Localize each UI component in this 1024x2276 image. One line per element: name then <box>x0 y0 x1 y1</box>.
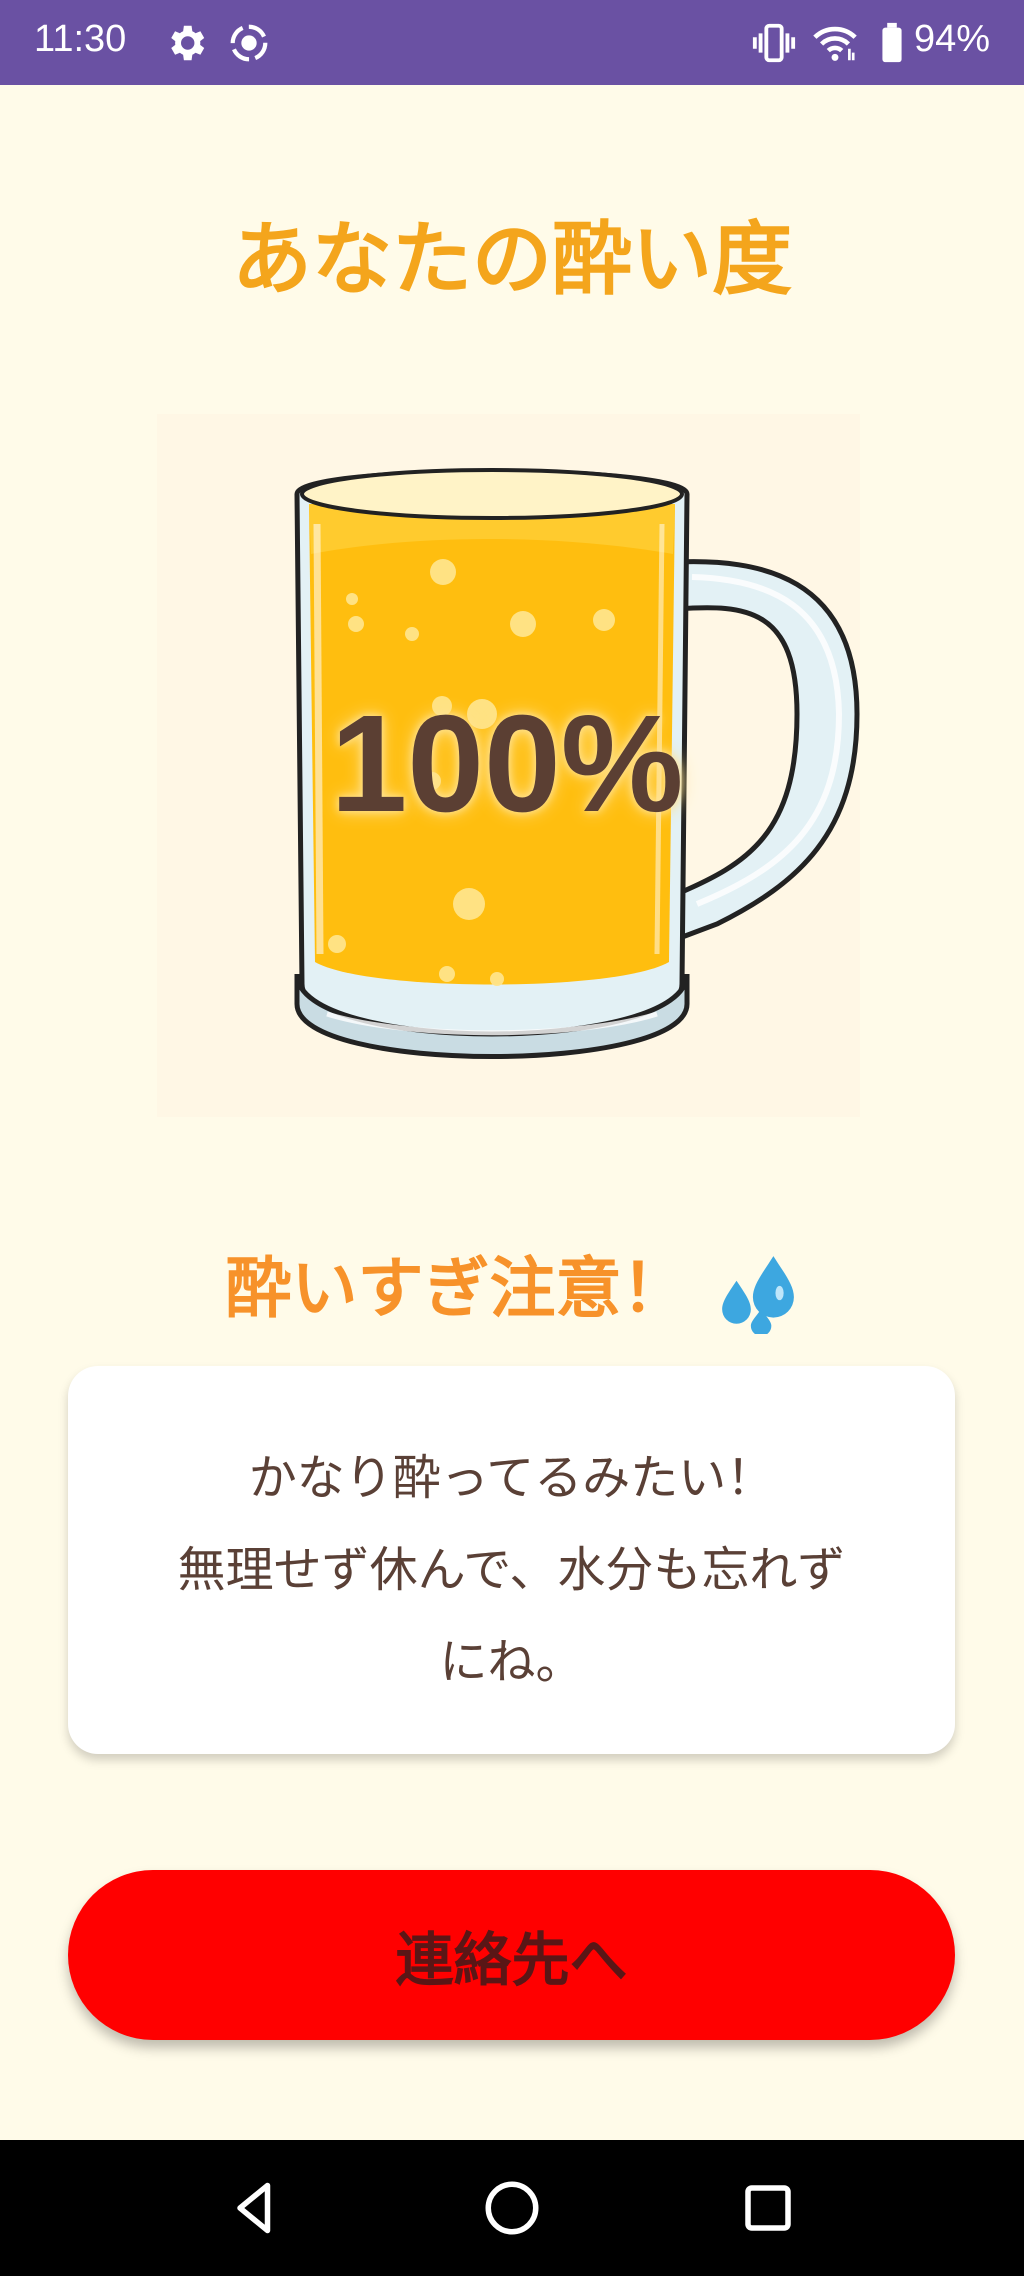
status-time: 11:30 <box>34 18 127 60</box>
message-line-2: 無理せず休んで、水分も忘れず <box>177 1542 846 1598</box>
back-icon[interactable] <box>225 2178 285 2238</box>
home-icon[interactable] <box>482 2178 542 2238</box>
message-line-1: かなり酔ってるみたい！ <box>248 1450 775 1506</box>
message-card: かなり酔ってるみたい！ 無理せず休んで、水分も忘れず にね。 <box>68 1366 955 1754</box>
recents-icon[interactable] <box>738 2178 798 2238</box>
navigation-bar <box>0 2140 1024 2276</box>
status-bar: 11:30 94% <box>0 0 1024 85</box>
battery-icon <box>882 22 902 63</box>
battery-percentage: 94% <box>913 18 990 60</box>
vibrate-icon <box>752 23 796 63</box>
message-line-3: にね。 <box>439 1634 584 1690</box>
warning-heading: 酔いすぎ注意！ <box>0 1235 1024 1334</box>
warning-text: 酔いすぎ注意！ <box>225 1250 688 1327</box>
page-title: あなたの酔い度 <box>232 213 792 306</box>
contact-button[interactable]: 連絡先へ <box>68 1870 955 2040</box>
drunk-percentage: 100% <box>330 687 684 841</box>
wifi-icon <box>813 26 857 61</box>
sweat-drops-icon <box>722 1256 795 1334</box>
screen-record-icon <box>230 24 268 62</box>
gear-icon <box>171 25 205 61</box>
